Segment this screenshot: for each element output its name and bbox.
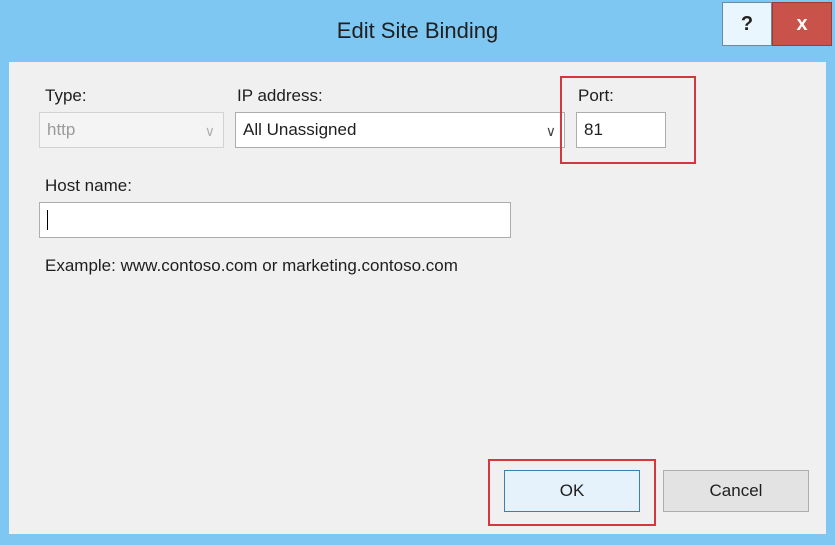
chevron-down-icon[interactable]: ∨: [546, 123, 556, 140]
port-label: Port:: [578, 86, 614, 105]
ip-address-label: IP address:: [237, 86, 323, 105]
window-frame-left: [0, 62, 9, 534]
ok-button-label: OK: [559, 481, 585, 500]
chevron-down-icon: ∨: [204, 123, 215, 139]
window-frame-right: [826, 62, 835, 534]
ip-address-select[interactable]: All Unassigned ∨: [235, 112, 565, 148]
text-cursor: [47, 210, 48, 230]
window-frame-bottom: [0, 534, 835, 545]
host-name-label: Host name:: [45, 176, 132, 195]
cancel-button[interactable]: Cancel: [663, 470, 809, 512]
edit-site-binding-dialog: Edit Site Binding ? x Type: http ∨ IP ad…: [0, 0, 835, 545]
dialog-body: Type: http ∨ IP address: All Unassigned …: [9, 62, 826, 534]
cancel-button-label: Cancel: [709, 481, 763, 500]
help-button[interactable]: ?: [722, 2, 772, 46]
close-button[interactable]: x: [772, 2, 832, 46]
type-label: Type:: [45, 86, 87, 105]
type-select[interactable]: http ∨: [39, 112, 224, 148]
host-name-input[interactable]: [39, 202, 511, 238]
ok-button[interactable]: OK: [504, 470, 640, 512]
port-input[interactable]: 81: [576, 112, 666, 148]
title-bar[interactable]: Edit Site Binding ? x: [0, 0, 835, 62]
close-icon: x: [796, 12, 808, 35]
type-value: http: [47, 120, 76, 139]
ip-address-value: All Unassigned: [243, 120, 357, 139]
dialog-title: Edit Site Binding: [336, 18, 499, 43]
host-name-example: Example: www.contoso.com or marketing.co…: [45, 256, 458, 275]
help-icon: ?: [740, 12, 754, 35]
port-value: 81: [584, 120, 603, 139]
